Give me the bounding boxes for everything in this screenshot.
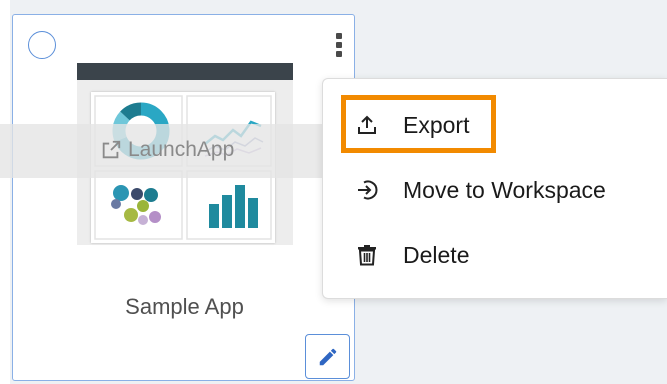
trash-icon (358, 245, 376, 266)
more-options-icon[interactable] (333, 31, 345, 61)
edit-button[interactable] (305, 334, 350, 379)
external-link-icon (102, 140, 121, 159)
page-gutter (0, 0, 10, 384)
thumbnail-header-bar (77, 63, 293, 80)
app-card[interactable]: Sample App (12, 14, 355, 381)
menu-item-delete[interactable]: Delete (323, 232, 667, 278)
select-checkbox[interactable] (28, 31, 56, 59)
launch-app-link[interactable]: LaunchApp (100, 138, 234, 162)
menu-item-label: Export (403, 111, 470, 138)
app-canvas: Sample App LaunchApp Export Move to Work… (0, 0, 667, 384)
app-name: Sample App (125, 294, 244, 319)
launch-app-overlay[interactable]: LaunchApp (0, 124, 356, 178)
menu-item-label: Move to Workspace (403, 176, 606, 203)
launch-app-label: LaunchApp (128, 138, 235, 161)
menu-item-export[interactable]: Export (323, 102, 667, 148)
pencil-icon (319, 348, 336, 365)
menu-item-label: Delete (403, 241, 470, 268)
menu-item-move-to-workspace[interactable]: Move to Workspace (323, 167, 667, 213)
upload-icon (358, 115, 376, 134)
move-arrow-icon (358, 180, 378, 200)
context-menu: Export Move to Workspace Delete (322, 78, 667, 299)
